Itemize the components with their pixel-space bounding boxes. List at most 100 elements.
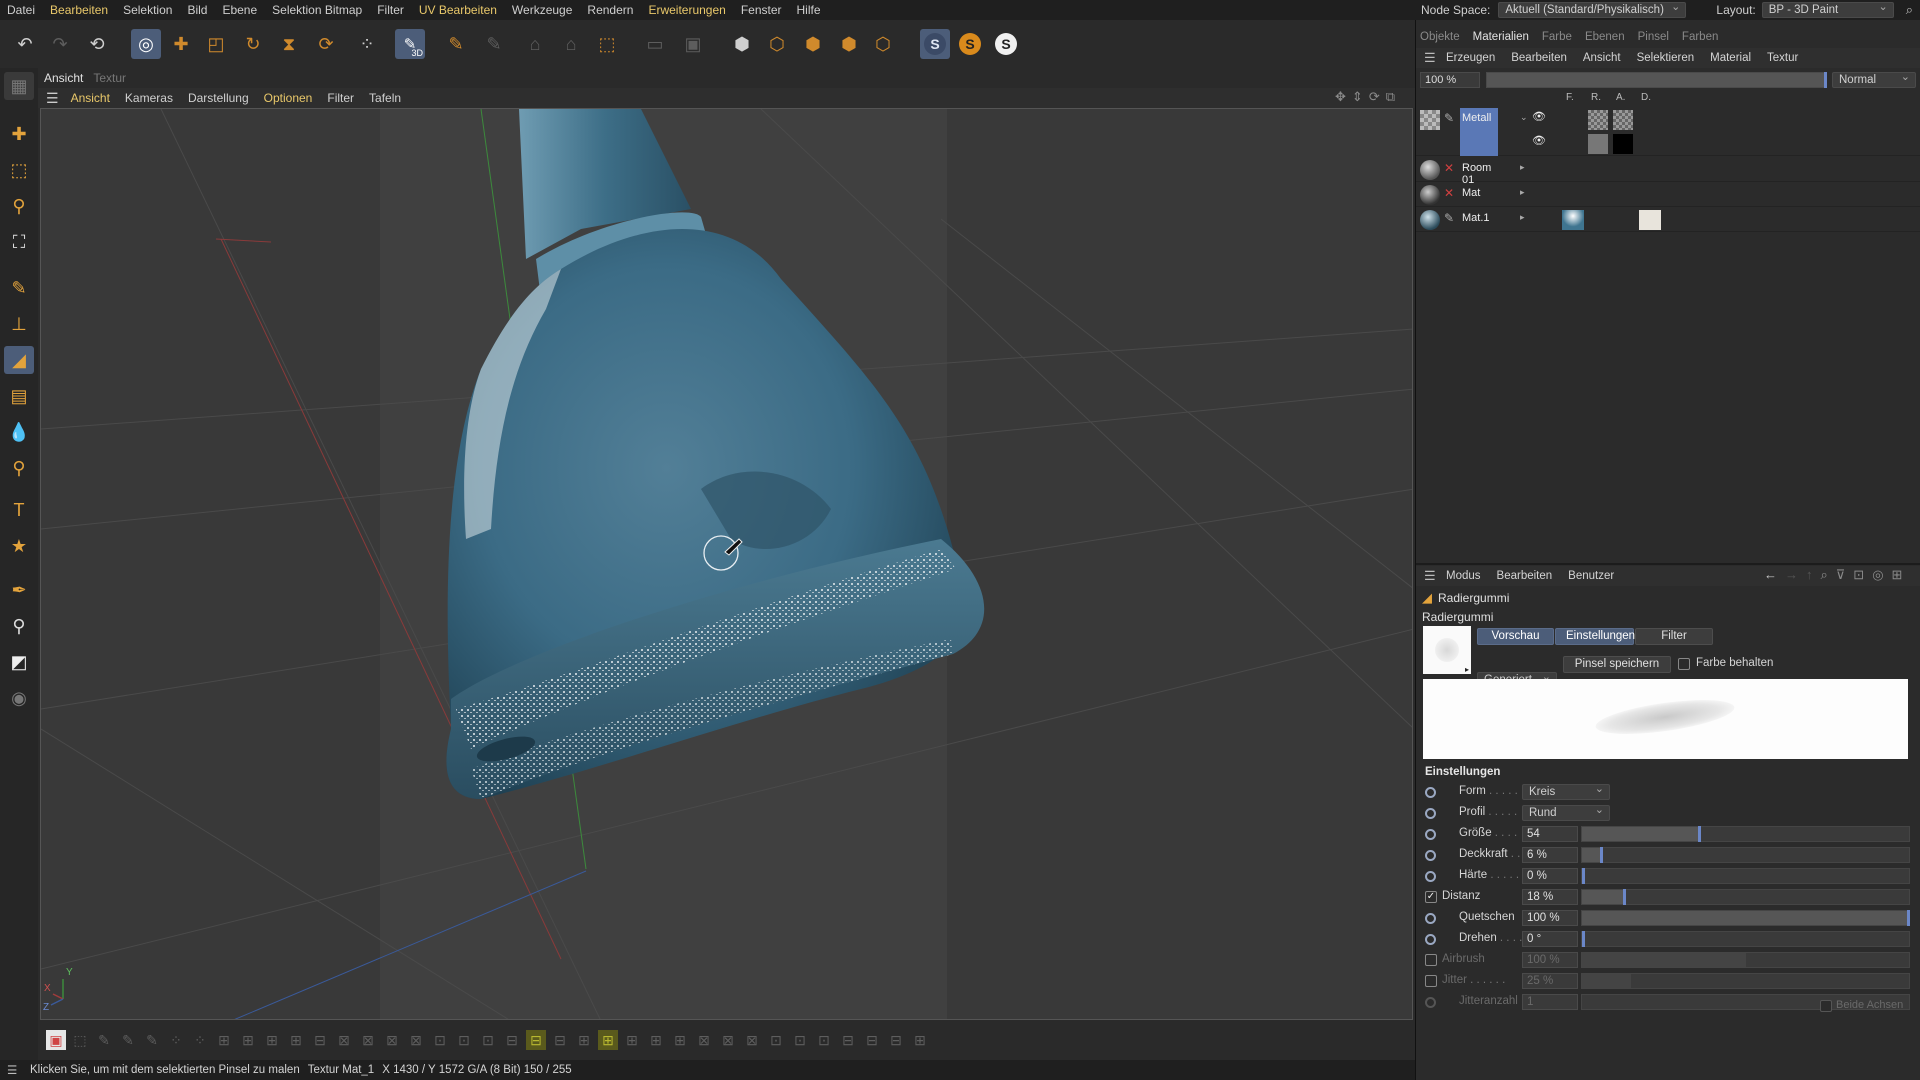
uv-tool-icon[interactable]: ⊞ bbox=[670, 1030, 690, 1050]
animate-radio[interactable] bbox=[1425, 808, 1436, 819]
uv-tool-icon[interactable]: ⊞ bbox=[910, 1030, 930, 1050]
menu-selektion[interactable]: Selektion bbox=[123, 3, 172, 17]
shape-tool-icon[interactable]: ★ bbox=[4, 532, 34, 560]
attribute-menu-benutzer[interactable]: Benutzer bbox=[1568, 570, 1614, 582]
blank-icon[interactable]: ▭ bbox=[640, 29, 670, 59]
mode-icon[interactable]: ▦ bbox=[4, 72, 34, 100]
channel-header[interactable]: A. bbox=[1616, 92, 1625, 103]
uv-tool-icon[interactable]: ⊞ bbox=[646, 1030, 666, 1050]
menu-uv-bearbeiten[interactable]: UV Bearbeiten bbox=[419, 3, 497, 17]
uv-tool-icon[interactable]: ⊠ bbox=[334, 1030, 354, 1050]
param-value-field[interactable]: 100 % bbox=[1522, 910, 1578, 926]
chevron-right-icon[interactable]: ▸ bbox=[1520, 187, 1525, 198]
uv-tool-icon[interactable]: ⊡ bbox=[814, 1030, 834, 1050]
uv-tool-icon[interactable]: ⊞ bbox=[238, 1030, 258, 1050]
uv-points-icon[interactable]: ⁘ bbox=[352, 29, 382, 59]
material-name[interactable]: Room 01 bbox=[1460, 158, 1498, 186]
material-name[interactable]: Mat.1 bbox=[1460, 208, 1498, 232]
channel-header[interactable]: F. bbox=[1566, 92, 1574, 103]
uv-tool-icon[interactable]: ⊠ bbox=[358, 1030, 378, 1050]
add-icon[interactable]: ⊞ bbox=[1892, 567, 1903, 583]
menu-datei[interactable]: Datei bbox=[7, 3, 35, 17]
cube-checker-icon[interactable]: ⬢ bbox=[727, 29, 757, 59]
brush-tool-icon[interactable]: ✎ bbox=[4, 274, 34, 302]
edit-icon[interactable]: ✎ bbox=[1444, 211, 1454, 225]
param-slider[interactable] bbox=[1581, 847, 1910, 863]
param-value-field[interactable]: 100 % bbox=[1522, 952, 1578, 968]
chevron-down-icon[interactable]: ⌄ bbox=[1520, 112, 1528, 123]
s-icon-white[interactable]: S bbox=[991, 29, 1021, 59]
cube-icon[interactable]: ⬡ bbox=[762, 29, 792, 59]
param-slider[interactable] bbox=[1581, 826, 1910, 842]
uv-tool-icon[interactable]: ▣ bbox=[46, 1030, 66, 1050]
material-menu-hamburger-icon[interactable]: ☰ bbox=[1424, 50, 1438, 66]
material-menu-bearbeiten[interactable]: Bearbeiten bbox=[1511, 52, 1567, 64]
manager-tab-farben[interactable]: Farben bbox=[1682, 31, 1718, 43]
zoom-tool-icon[interactable]: ⚲ bbox=[4, 454, 34, 482]
uv-tool-icon[interactable]: ⊟ bbox=[838, 1030, 858, 1050]
menu-werkzeuge[interactable]: Werkzeuge bbox=[512, 3, 572, 17]
material-menu-erzeugen[interactable]: Erzeugen bbox=[1446, 52, 1495, 64]
menu-filter[interactable]: Filter bbox=[377, 3, 404, 17]
s-icon-orange[interactable]: S bbox=[955, 29, 985, 59]
param-slider[interactable] bbox=[1581, 952, 1910, 968]
move-tool-icon[interactable]: ✚ bbox=[4, 120, 34, 148]
keep-color-checkbox[interactable] bbox=[1678, 658, 1690, 670]
uv-tool-icon[interactable]: ⊞ bbox=[622, 1030, 642, 1050]
layer-thumbnail[interactable] bbox=[1613, 134, 1633, 154]
param-checkbox[interactable] bbox=[1425, 954, 1437, 966]
attribute-menu-hamburger-icon[interactable]: ☰ bbox=[1424, 568, 1438, 584]
param-value-field[interactable]: 1 bbox=[1522, 994, 1578, 1010]
uv-tool-icon[interactable]: ⊡ bbox=[790, 1030, 810, 1050]
projection-alt-icon[interactable]: ⌂ bbox=[556, 29, 586, 59]
tab-ansicht[interactable]: Ansicht bbox=[44, 71, 83, 85]
param-value-field[interactable]: 6 % bbox=[1522, 847, 1578, 863]
both-axes-checkbox[interactable] bbox=[1820, 1000, 1832, 1012]
3d-viewport[interactable]: Y X Z bbox=[40, 108, 1413, 1020]
uv-tool-icon[interactable]: ⊞ bbox=[574, 1030, 594, 1050]
render-icon[interactable]: ⬚ bbox=[592, 29, 622, 59]
animate-radio[interactable] bbox=[1425, 913, 1436, 924]
status-menu-icon[interactable]: ☰ bbox=[7, 1063, 17, 1077]
uv-tool-icon[interactable]: ⊞ bbox=[262, 1030, 282, 1050]
rectangle-select-icon[interactable]: ⬚ bbox=[4, 156, 34, 184]
cube-dim-icon[interactable]: ⬡ bbox=[868, 29, 898, 59]
mask-icon[interactable]: ◉ bbox=[4, 684, 34, 712]
edit-icon[interactable]: ✎ bbox=[1444, 111, 1454, 125]
gradient-tool-icon[interactable]: ▤ bbox=[4, 382, 34, 410]
brush-alt-icon[interactable]: ✎ bbox=[479, 29, 509, 59]
manager-tab-objekte[interactable]: Objekte bbox=[1420, 31, 1460, 43]
uv-tool-icon[interactable]: ⊡ bbox=[430, 1030, 450, 1050]
uv-tool-icon[interactable]: ⊟ bbox=[502, 1030, 522, 1050]
unlinked-icon[interactable]: ✕ bbox=[1444, 186, 1454, 200]
manager-tab-ebenen[interactable]: Ebenen bbox=[1585, 31, 1625, 43]
uv-tool-icon[interactable]: ⊟ bbox=[526, 1030, 546, 1050]
layer-icon[interactable]: ▣ bbox=[678, 29, 708, 59]
material-menu-material[interactable]: Material bbox=[1710, 52, 1751, 64]
pan-icon[interactable]: ✥ bbox=[1335, 89, 1346, 105]
uv-tool-icon[interactable]: ⊟ bbox=[886, 1030, 906, 1050]
color-picker-icon[interactable]: ✒ bbox=[4, 576, 34, 604]
back-arrow-icon[interactable]: ← bbox=[1764, 567, 1777, 583]
attribute-menu-modus[interactable]: Modus bbox=[1446, 570, 1481, 582]
up-arrow-icon[interactable]: ↑ bbox=[1806, 567, 1813, 583]
blend-mode-select[interactable]: Normal bbox=[1832, 70, 1916, 88]
animate-radio[interactable] bbox=[1425, 871, 1436, 882]
channel-header[interactable]: R. bbox=[1591, 92, 1601, 103]
rotate-icon[interactable]: ↻ bbox=[238, 29, 268, 59]
param-value-field[interactable]: 25 % bbox=[1522, 973, 1578, 989]
uv-tool-icon[interactable]: ⊡ bbox=[478, 1030, 498, 1050]
param-slider[interactable] bbox=[1581, 889, 1910, 905]
cube-shaded-icon[interactable]: ⬢ bbox=[798, 29, 828, 59]
target-icon[interactable]: ◎ bbox=[1872, 567, 1883, 583]
camera-icon[interactable]: ⌂ bbox=[520, 29, 550, 59]
uv-tool-icon[interactable]: ⊠ bbox=[718, 1030, 738, 1050]
stamp-tool-icon[interactable]: ⊥ bbox=[4, 310, 34, 338]
tab-vorschau[interactable]: Vorschau bbox=[1477, 628, 1554, 645]
text-tool-icon[interactable]: T bbox=[4, 496, 34, 524]
material-row[interactable]: ✎ Metall ⌄ 👁 👁 bbox=[1416, 108, 1920, 156]
brush-thumbnail[interactable]: ▸ bbox=[1423, 626, 1471, 674]
viewport-menu-optionen[interactable]: Optionen bbox=[264, 91, 313, 105]
uv-tool-icon[interactable]: ⊞ bbox=[214, 1030, 234, 1050]
uv-tool-icon[interactable]: ⁘ bbox=[190, 1030, 210, 1050]
